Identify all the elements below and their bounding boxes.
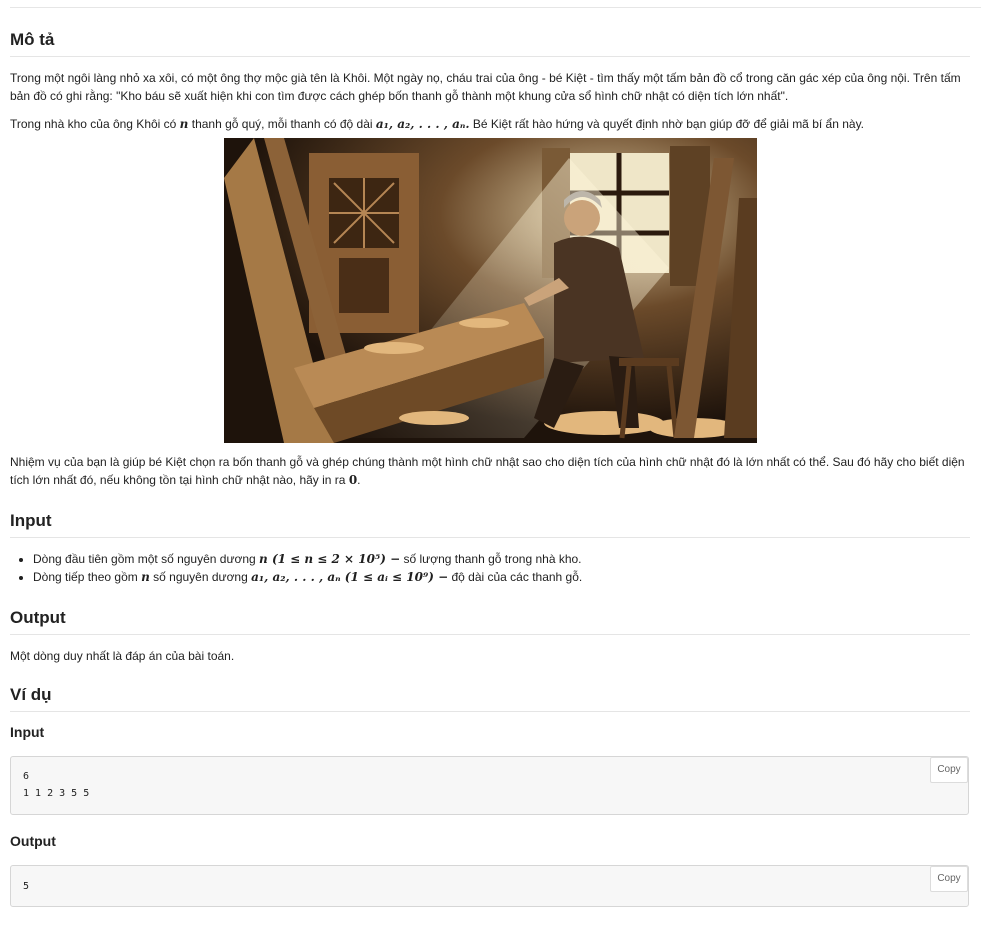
carpenter-illustration <box>223 138 757 443</box>
story-paragraph: Trong một ngôi làng nhỏ xa xôi, có một ô… <box>10 71 961 103</box>
sticks-paragraph: Trong nhà kho của ông Khôi có n thanh gỗ… <box>10 117 865 131</box>
output-description: Một dòng duy nhất là đáp án của bài toán… <box>10 649 235 663</box>
example-output-box: 5 Copy <box>10 865 969 907</box>
list-item: Dòng đầu tiên gồm một số nguyên dương n … <box>33 550 970 568</box>
input-heading: Input <box>10 511 970 538</box>
example-input-code: 6 1 1 2 3 5 5 <box>23 771 90 799</box>
list-item: Dòng tiếp theo gồm n số nguyên dương a₁,… <box>33 568 970 586</box>
description-heading: Mô tả <box>10 30 970 57</box>
output-heading: Output <box>10 608 970 635</box>
input-spec-list: Dòng đầu tiên gồm một số nguyên dương n … <box>10 550 970 586</box>
copy-input-button[interactable]: Copy <box>930 757 968 783</box>
task-paragraph: Nhiệm vụ của bạn là giúp bé Kiệt chọn ra… <box>10 455 965 487</box>
problem-content: Mô tả Trong một ngôi làng nhỏ xa xôi, có… <box>10 30 970 907</box>
example-output-label: Output <box>10 833 56 849</box>
example-input-box: 6 1 1 2 3 5 5 Copy <box>10 756 969 815</box>
example-output-code: 5 <box>23 881 30 892</box>
example-input-label: Input <box>10 724 45 740</box>
copy-output-button[interactable]: Copy <box>930 866 968 892</box>
top-divider <box>10 7 981 8</box>
example-heading: Ví dụ <box>10 685 970 712</box>
